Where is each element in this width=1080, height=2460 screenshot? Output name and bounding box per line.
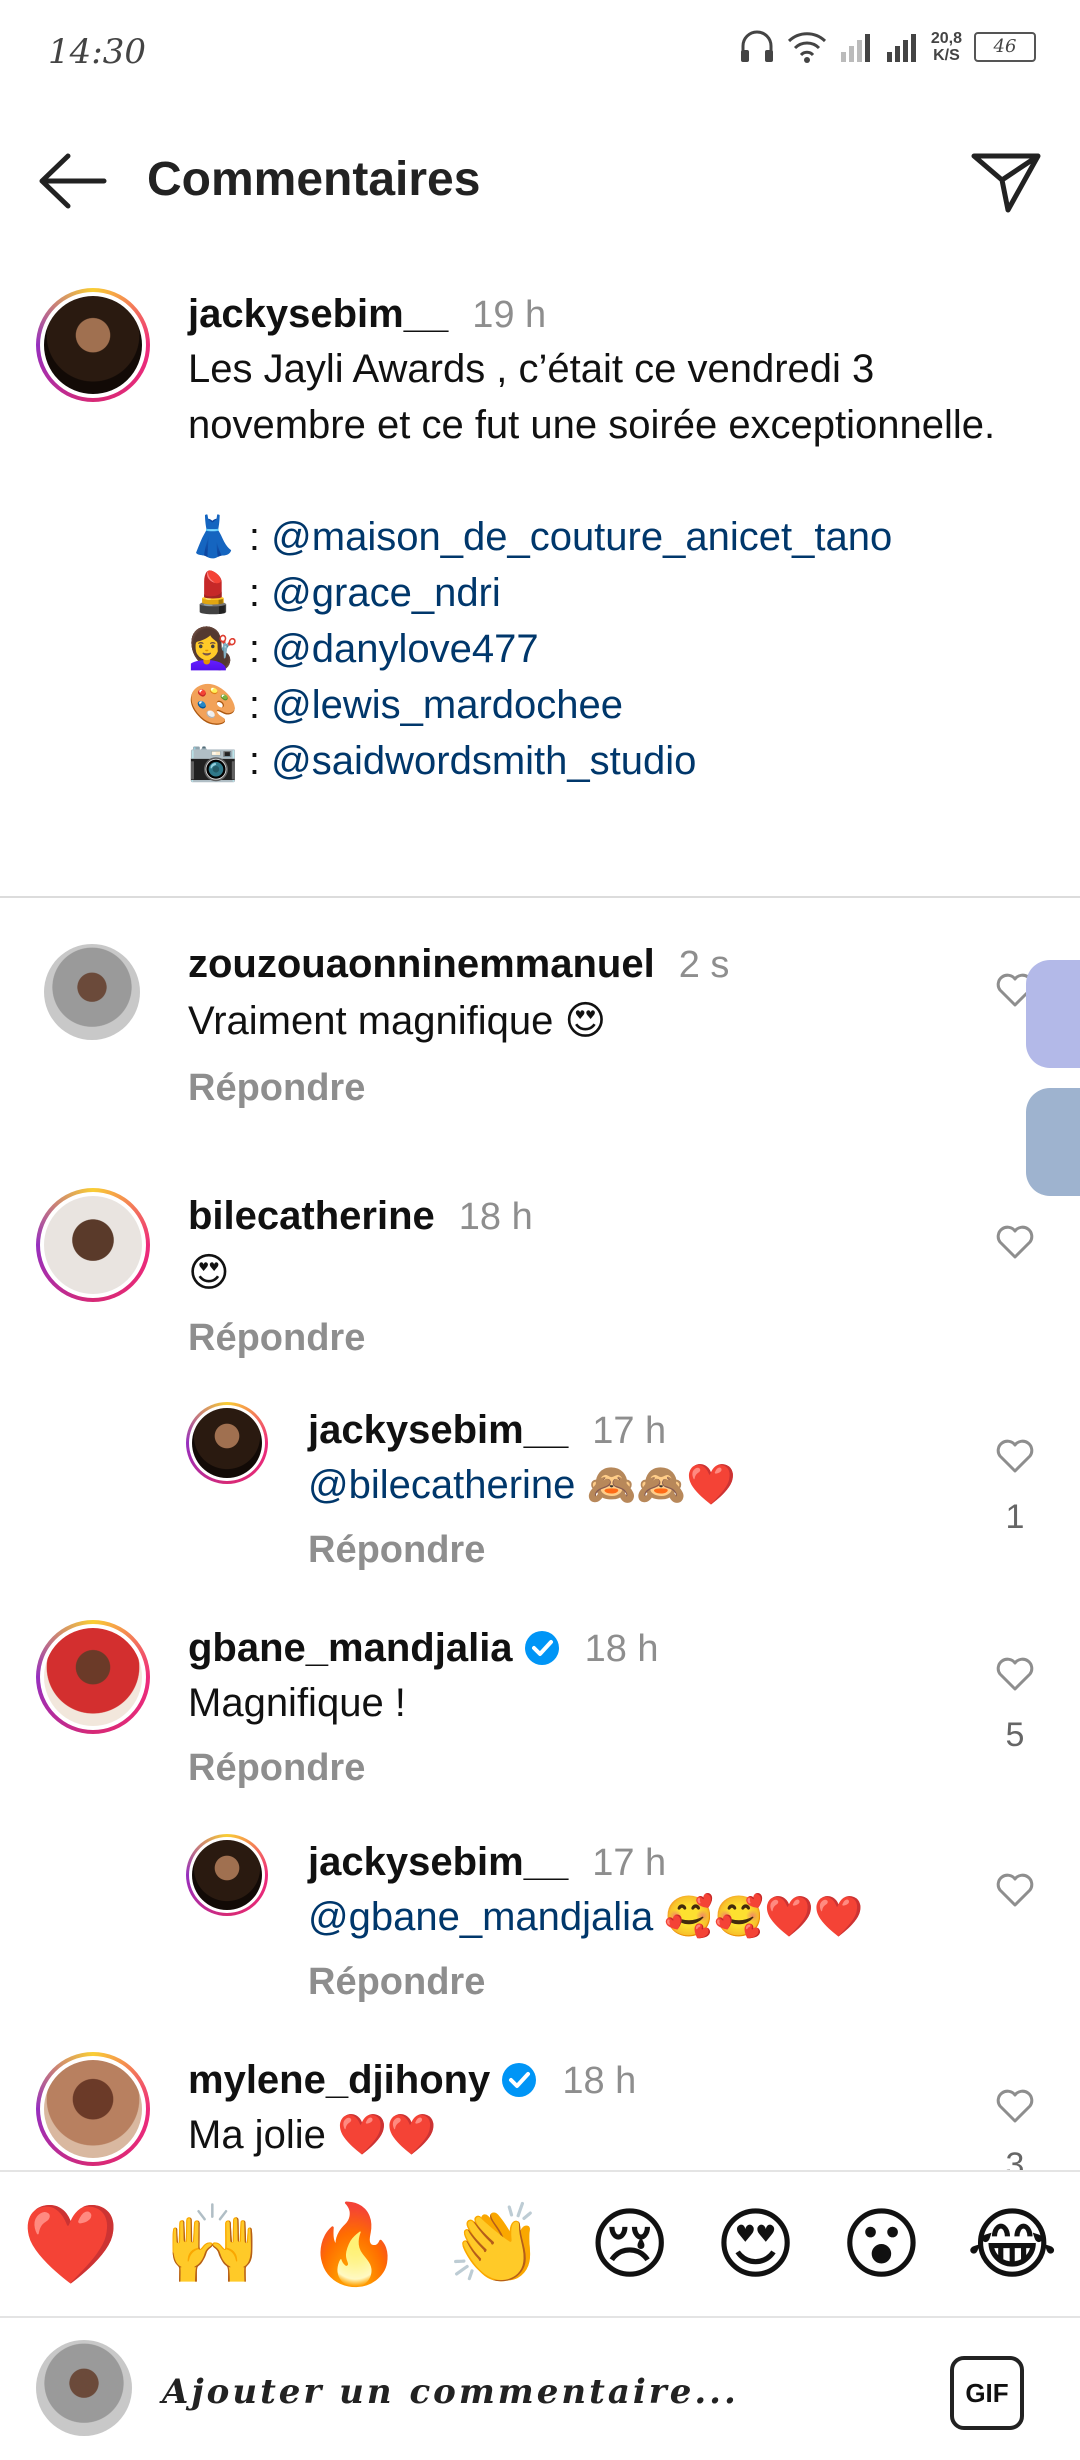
comment: jackysebim__ 17 h @gbane_mandjalia 🥰🥰❤️❤️… <box>308 1840 948 2004</box>
signal-icon-2 <box>886 34 916 62</box>
comment: jackysebim__ 17 h @bilecatherine 🙈🙈❤️ Rép… <box>308 1408 948 1572</box>
mention-link[interactable]: @maison_de_couture_anicet_tano <box>271 515 892 559</box>
username[interactable]: jackysebim__ <box>308 1408 568 1452</box>
verified-badge-icon <box>502 2063 537 2097</box>
wifi-icon <box>787 32 826 63</box>
avatar[interactable] <box>186 1834 268 1916</box>
verified-badge-icon <box>524 1631 559 1665</box>
emoji-heart-eyes[interactable]: 😍 <box>715 2199 796 2289</box>
credit-line: 💄 : @grace_ndri <box>188 571 501 615</box>
like-heart-icon[interactable] <box>996 1224 1034 1260</box>
mention-link[interactable]: @bilecatherine <box>308 1463 575 1507</box>
battery-indicator: 46 <box>974 32 1036 62</box>
credit-line: 👗 : @maison_de_couture_anicet_tano <box>188 515 893 559</box>
timestamp: 19 h <box>472 294 547 336</box>
reply-button[interactable]: Répondre <box>188 1067 968 1110</box>
avatar[interactable] <box>36 1620 150 1734</box>
emoji-clapping[interactable]: 👏 <box>447 2199 544 2289</box>
caption-avatar[interactable] <box>36 288 150 402</box>
floating-bubble[interactable] <box>1026 960 1080 1068</box>
timestamp: 17 h <box>592 1410 667 1452</box>
send-icon[interactable] <box>968 148 1044 216</box>
username[interactable]: mylene_djihony <box>188 2058 490 2102</box>
like-count: 1 <box>1005 1498 1025 1536</box>
emoji-heart[interactable]: ❤️ <box>22 2199 119 2289</box>
gif-button[interactable]: GIF <box>950 2356 1024 2430</box>
like-heart-icon[interactable] <box>996 2088 1034 2124</box>
like-heart-icon[interactable] <box>996 1438 1034 1474</box>
username[interactable]: jackysebim__ <box>308 1840 568 1884</box>
like-count: 5 <box>1005 1716 1025 1754</box>
avatar[interactable] <box>36 2052 150 2166</box>
like-heart-icon[interactable] <box>996 1872 1034 1908</box>
mention-link[interactable]: @danylove477 <box>271 627 538 671</box>
username[interactable]: gbane_mandjalia <box>188 1626 513 1670</box>
comment: gbane_mandjalia 18 h Magnifique ! Répondr… <box>188 1626 968 1790</box>
reply-button[interactable]: Répondre <box>188 1747 968 1790</box>
timestamp: 17 h <box>592 1842 667 1884</box>
username[interactable]: jackysebim__ <box>188 292 448 336</box>
reply-button[interactable]: Répondre <box>188 1317 968 1360</box>
reply-button[interactable]: Répondre <box>308 1961 948 2004</box>
comment: zouzouaonninemmanuel 2 s Vraiment magnifi… <box>188 942 968 1110</box>
comment-text: Vraiment magnifique 😍 <box>188 999 607 1043</box>
headphones-icon <box>740 30 773 62</box>
comment-text: Ma jolie ❤️❤️ <box>188 2113 437 2157</box>
mention-link[interactable]: @lewis_mardochee <box>271 683 623 727</box>
divider <box>0 896 1080 898</box>
emoji-fire[interactable]: 🔥 <box>306 2199 403 2289</box>
timestamp: 18 h <box>584 1628 659 1670</box>
avatar[interactable] <box>44 944 140 1040</box>
caption-text: Les Jayli Awards , c’était ce vendredi 3… <box>188 347 996 447</box>
comment-text: 😍 <box>188 1251 230 1295</box>
username[interactable]: bilecatherine <box>188 1194 435 1238</box>
username[interactable]: zouzouaonninemmanuel <box>188 942 655 986</box>
credit-line: 🎨 : @lewis_mardochee <box>188 683 624 727</box>
mention-link[interactable]: @gbane_mandjalia <box>308 1895 653 1939</box>
avatar[interactable] <box>36 1188 150 1302</box>
like-count: 3 <box>1005 2146 1025 2170</box>
emoji-laughing[interactable]: 😂 <box>967 2199 1058 2289</box>
page-title: Commentaires <box>147 153 481 206</box>
comment-input[interactable]: Ajouter un commentaire... <box>162 2372 739 2412</box>
network-speed: 20,8 K/S <box>930 30 962 64</box>
like-heart-icon[interactable] <box>996 1656 1034 1692</box>
comment-text: @bilecatherine 🙈🙈❤️ <box>308 1463 736 1507</box>
status-icons: 20,8 K/S 46 <box>739 30 1036 64</box>
floating-bubble[interactable] <box>1026 1088 1080 1196</box>
comment-text: Magnifique ! <box>188 1681 406 1725</box>
mention-link[interactable]: @grace_ndri <box>271 571 501 615</box>
my-avatar <box>36 2340 132 2436</box>
emoji-surprised[interactable]: 😮 <box>841 2199 922 2289</box>
status-time: 14:30 <box>48 32 146 72</box>
caption: jackysebim__ 19 h Les Jayli Awards , c’ét… <box>188 292 1008 789</box>
comment-text: @gbane_mandjalia 🥰🥰❤️❤️ <box>308 1895 864 1939</box>
quick-emoji-bar: ❤️ 🙌 🔥 👏 😢 😍 😮 😂 <box>0 2170 1080 2318</box>
emoji-crying[interactable]: 😢 <box>589 2199 670 2289</box>
credit-line: 💇‍♀️ : @danylove477 <box>188 627 539 671</box>
reply-button[interactable]: Répondre <box>308 1529 948 1572</box>
mention-link[interactable]: @saidwordsmith_studio <box>271 739 696 783</box>
credit-line: 📷 : @saidwordsmith_studio <box>188 739 697 783</box>
comment: bilecatherine 18 h 😍 Répondre <box>188 1194 968 1360</box>
comment: mylene_djihony 18 h Ma jolie ❤️❤️ <box>188 2058 968 2163</box>
back-arrow-icon[interactable] <box>36 148 112 214</box>
signal-icon <box>840 34 870 62</box>
emoji-raised-hands[interactable]: 🙌 <box>164 2199 261 2289</box>
avatar[interactable] <box>186 1402 268 1484</box>
timestamp: 18 h <box>458 1196 533 1238</box>
timestamp: 18 h <box>562 2060 637 2102</box>
timestamp: 2 s <box>678 944 730 986</box>
